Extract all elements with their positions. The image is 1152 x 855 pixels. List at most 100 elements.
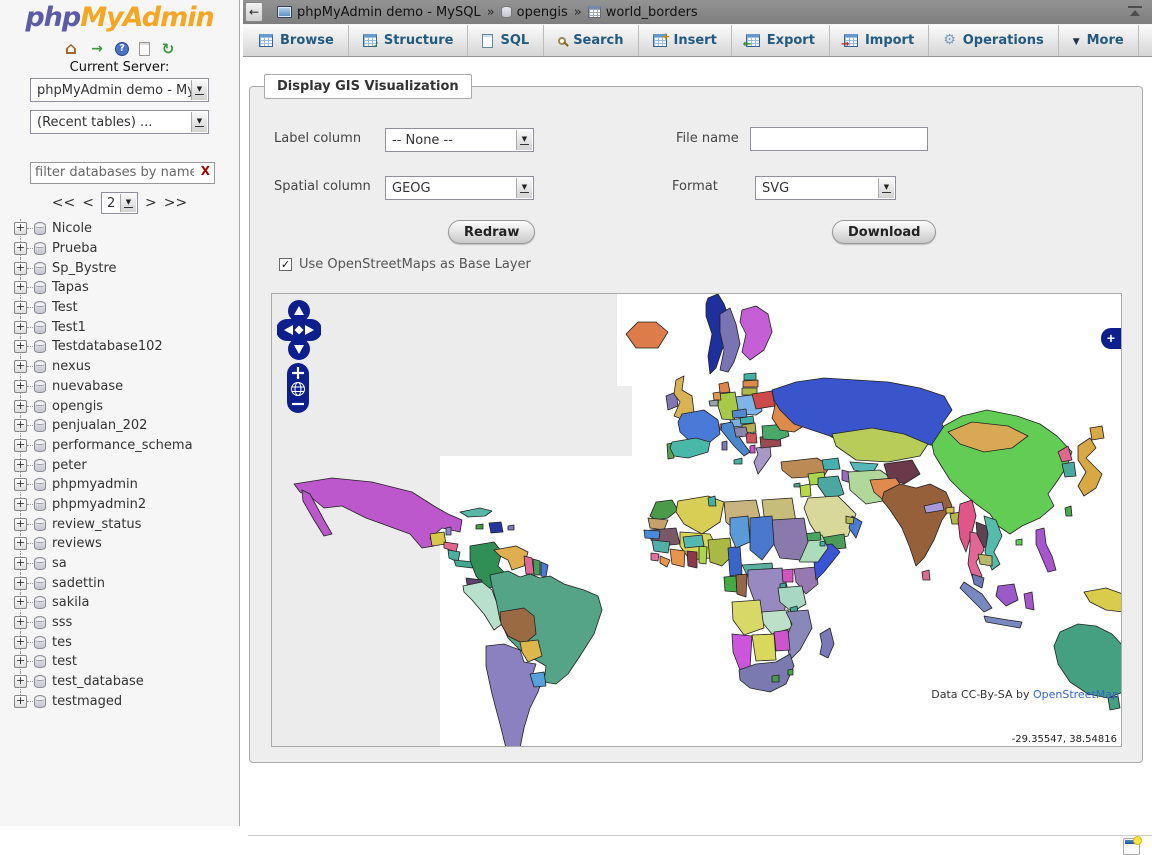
country-jamaica[interactable] (476, 524, 483, 529)
country-swaziland[interactable] (788, 669, 793, 675)
country-taiwan[interactable] (1065, 506, 1072, 516)
breadcrumb-item[interactable]: opengis (501, 5, 568, 20)
map-zoom-control[interactable] (287, 363, 309, 413)
database-link[interactable]: Testdatabase102 (52, 339, 163, 354)
dropdown-arrow-icon[interactable]: ▼ (516, 130, 532, 150)
country-new-guinea[interactable] (1084, 588, 1122, 612)
expand-icon[interactable]: + (14, 262, 27, 275)
country-sudan[interactable] (772, 518, 808, 560)
tab-browse[interactable]: Browse (245, 25, 349, 56)
country-guinea[interactable] (652, 540, 670, 553)
country-belgium[interactable] (709, 400, 718, 406)
expand-icon[interactable]: + (14, 400, 27, 413)
tab-structure[interactable]: Structure (349, 25, 469, 56)
country-uganda[interactable] (782, 569, 793, 582)
expand-icon[interactable]: + (14, 380, 27, 393)
country-spain[interactable] (670, 438, 710, 458)
database-link[interactable]: sadettin (52, 576, 105, 591)
database-link[interactable]: test_database (52, 674, 144, 689)
database-link[interactable]: opengis (52, 399, 103, 414)
country-serbia[interactable] (746, 433, 757, 443)
country-hainan[interactable] (1016, 539, 1022, 545)
expand-icon[interactable]: + (14, 459, 27, 472)
country-japan-hokkaido[interactable] (1090, 426, 1104, 440)
osm-baselayer-checkbox[interactable]: ✓ (279, 258, 292, 271)
country-bolivia[interactable] (500, 608, 536, 644)
expand-icon[interactable]: + (14, 596, 27, 609)
country-western-sahara[interactable] (648, 518, 668, 530)
country-djibouti[interactable] (820, 541, 825, 546)
country-suriname[interactable] (533, 559, 540, 575)
label-column-select[interactable]: -- None --▼ (385, 128, 534, 152)
database-link[interactable]: reviews (52, 536, 102, 551)
file-name-input[interactable] (750, 127, 928, 151)
country-caucasus[interactable] (822, 458, 840, 470)
country-japan[interactable] (1078, 438, 1102, 496)
country-cyprus[interactable] (794, 483, 800, 487)
breadcrumb-item[interactable]: phpMyAdmin demo - MySQL (277, 5, 481, 20)
page-select[interactable]: 2▼ (101, 192, 138, 214)
country-greece[interactable] (754, 446, 771, 474)
expand-icon[interactable]: + (14, 498, 27, 511)
country-cameroon[interactable] (728, 546, 742, 576)
home-icon[interactable] (63, 41, 79, 57)
country-botswana[interactable] (752, 634, 776, 661)
database-link[interactable]: performance_schema (52, 438, 193, 453)
country-puerto-rico[interactable] (508, 525, 514, 530)
tab-operations[interactable]: Operations (929, 25, 1059, 56)
database-link[interactable]: tes (52, 635, 72, 650)
expand-icon[interactable]: + (14, 695, 27, 708)
gis-map[interactable]: + Data CC-By-SA by OpenStreetMap -29.355… (271, 293, 1122, 747)
country-cuba[interactable] (460, 508, 492, 517)
database-link[interactable]: sakila (52, 595, 89, 610)
country-liberia[interactable] (660, 556, 670, 567)
expand-icon[interactable]: + (14, 675, 27, 688)
server-select[interactable]: phpMyAdmin demo - My▼ (30, 78, 209, 102)
expand-icon[interactable]: + (14, 439, 27, 452)
expand-icon[interactable]: + (14, 518, 27, 531)
collapse-top-icon[interactable] (1128, 6, 1142, 16)
country-denmark[interactable] (719, 382, 730, 393)
redraw-button[interactable]: Redraw (448, 220, 535, 244)
tab-more[interactable]: More (1059, 25, 1139, 56)
page-next-button[interactable]: > (145, 195, 157, 211)
layer-switcher-button[interactable]: + (1101, 328, 1121, 349)
breadcrumb-item[interactable]: world_borders (588, 5, 698, 20)
country-sulawesi[interactable] (1024, 592, 1034, 610)
format-select[interactable]: SVG▼ (755, 176, 896, 200)
expand-icon[interactable]: + (14, 222, 27, 235)
expand-icon[interactable]: + (14, 478, 27, 491)
country-albania[interactable] (750, 445, 755, 453)
expand-icon[interactable]: + (14, 360, 27, 373)
openstreetmap-link[interactable]: OpenStreetMap (1033, 688, 1119, 701)
country-iceland[interactable] (626, 322, 668, 348)
page-last-button[interactable]: >> (164, 195, 187, 211)
database-link[interactable]: test (52, 654, 77, 669)
country-morocco[interactable] (650, 500, 678, 520)
country-france[interactable] (678, 410, 720, 443)
country-philippines[interactable] (1036, 528, 1056, 572)
country-sierra-leone[interactable] (651, 553, 659, 561)
database-link[interactable]: sss (52, 615, 72, 630)
country-congo[interactable] (736, 574, 747, 597)
country-bhutan[interactable] (946, 507, 954, 513)
country-zimbabwe[interactable] (774, 630, 790, 651)
filter-clear-icon[interactable]: X (201, 164, 210, 178)
country-java[interactable] (984, 616, 1022, 628)
recent-tables-select[interactable]: (Recent tables) ...▼ (30, 110, 209, 134)
expand-icon[interactable]: + (14, 340, 27, 353)
country-estonia[interactable] (744, 373, 756, 380)
docs-icon[interactable] (139, 42, 150, 56)
country-namibia[interactable] (732, 634, 752, 670)
database-link[interactable]: nuevabase (52, 379, 123, 394)
country-ghana[interactable] (687, 551, 697, 568)
expand-icon[interactable]: + (14, 616, 27, 629)
expand-icon[interactable]: + (14, 636, 27, 649)
country-french-guiana[interactable] (541, 562, 548, 577)
country-czech[interactable] (732, 409, 747, 418)
country-ivory-coast[interactable] (670, 549, 685, 567)
country-sicily[interactable] (734, 458, 742, 464)
dropdown-arrow-icon[interactable]: ▼ (191, 112, 207, 132)
expand-icon[interactable]: + (14, 577, 27, 590)
database-link[interactable]: phpmyadmin (52, 477, 138, 492)
